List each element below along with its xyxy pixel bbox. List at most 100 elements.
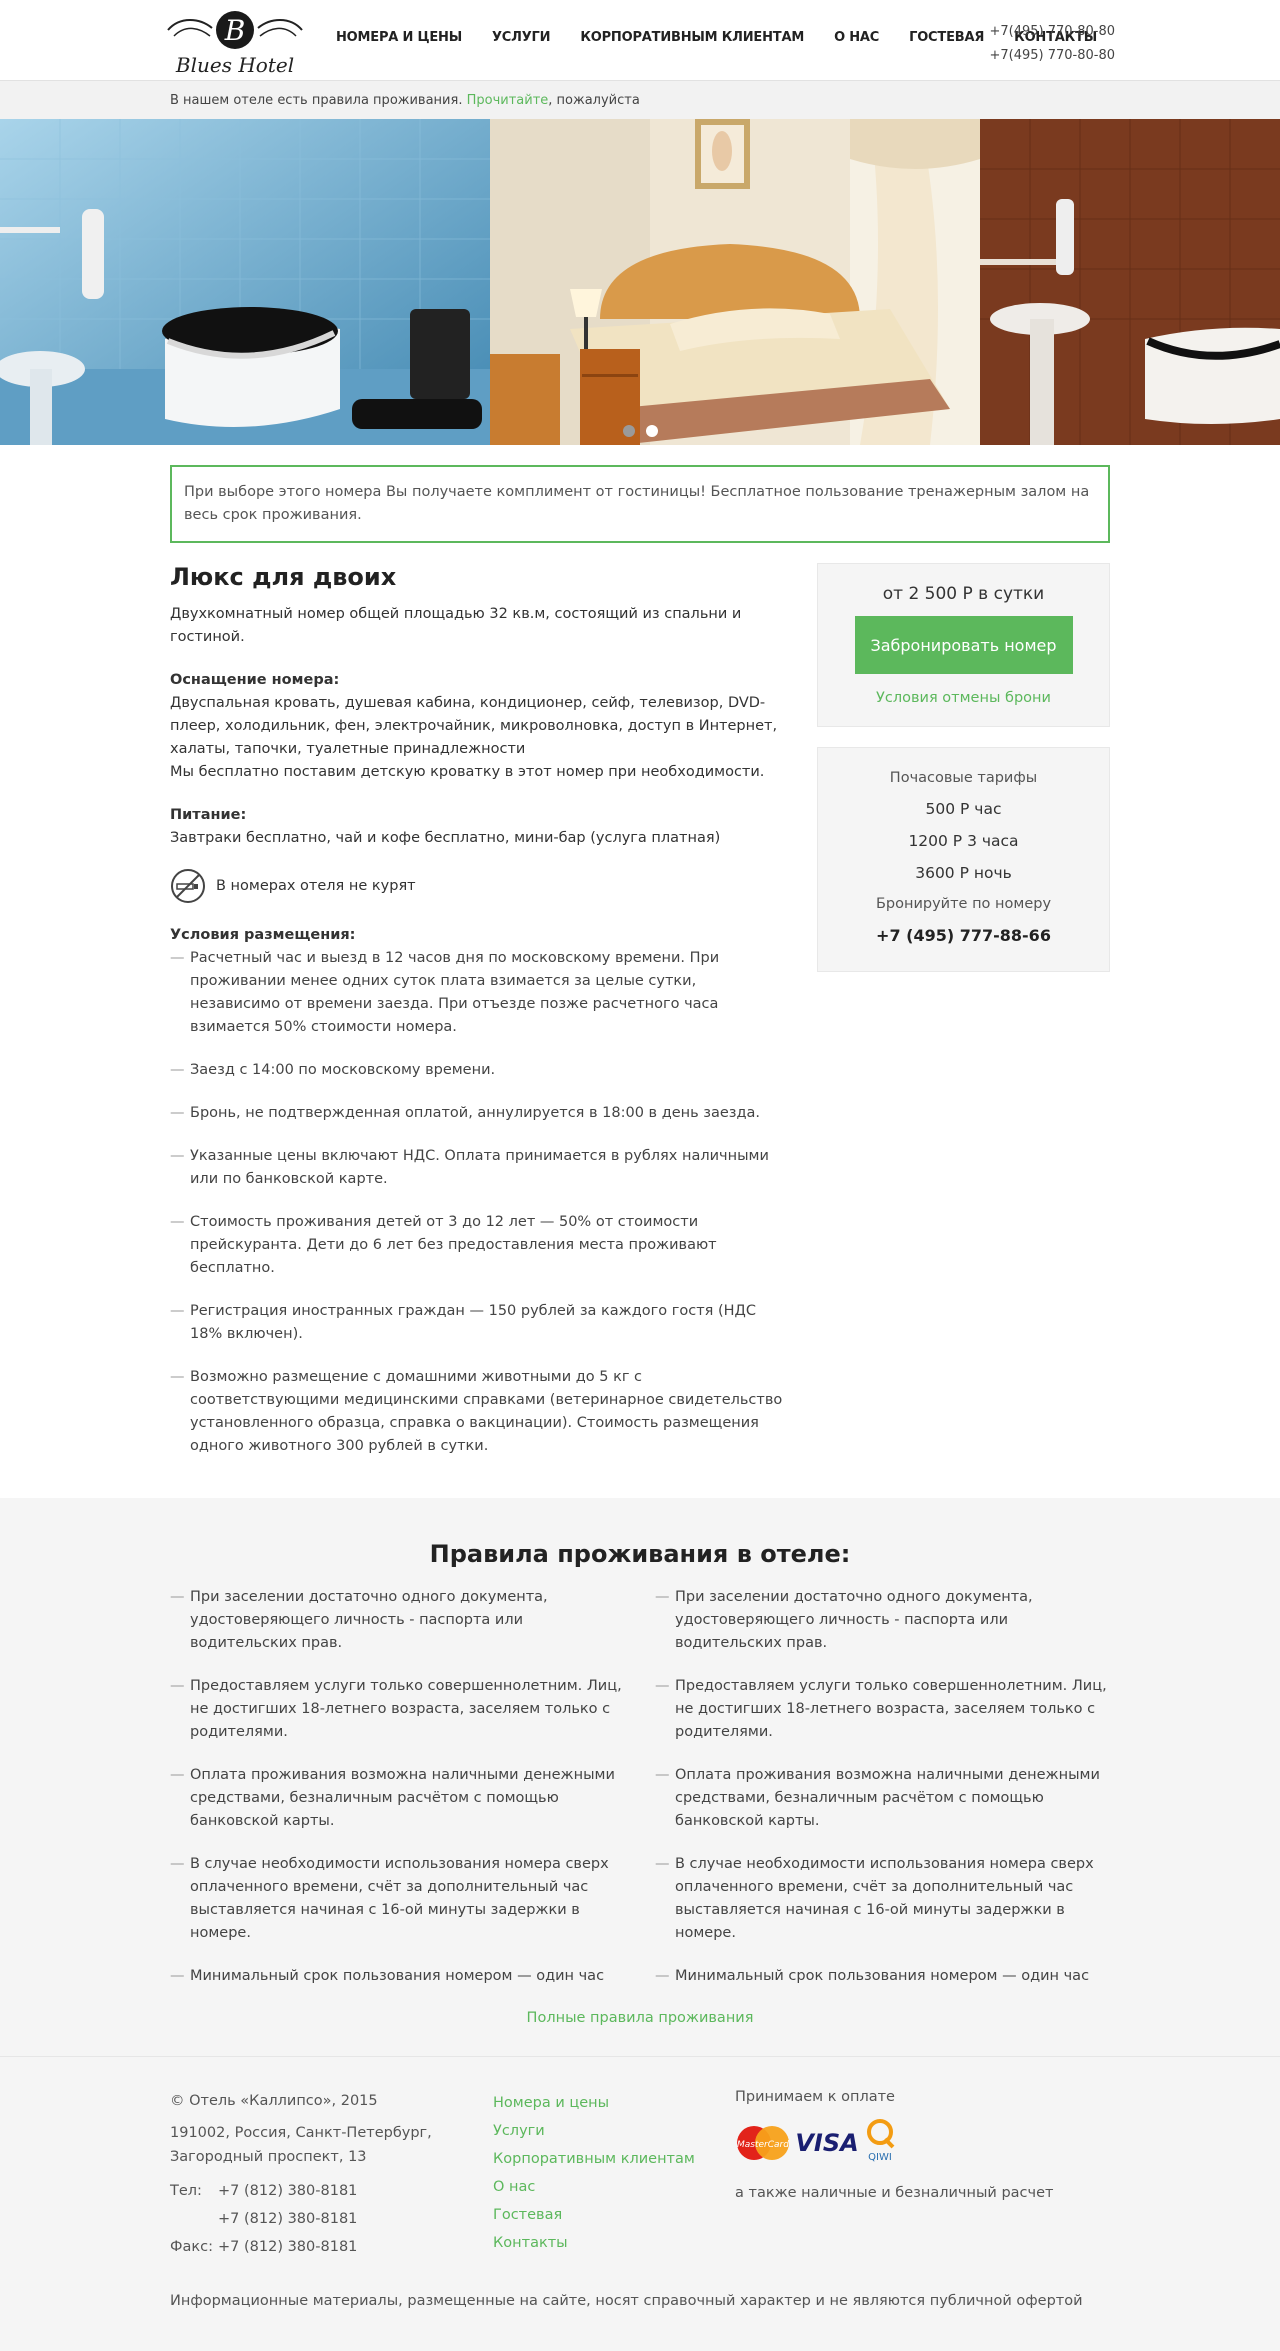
tel-1[interactable]: +7 (812) 380-8181 [218,2179,357,2203]
booking-box: от 2 500 Р в сутки Забронировать номер У… [817,563,1110,727]
footer-links: Номера и цены Услуги Корпоративным клиен… [493,2089,735,2259]
tel-label: Тел: [170,2183,202,2199]
nav-rooms-prices[interactable]: НОМЕРА И ЦЕНЫ [336,30,462,45]
bathroom-brown-photo [980,119,1280,445]
header-phone-1[interactable]: +7(495) 770-80-80 [989,20,1115,44]
hourly-rate: 3600 Р ночь [915,864,1012,882]
svg-text:QIWI: QIWI [868,2152,892,2163]
payment-title: Принимаем к оплате [735,2089,895,2105]
food-section: Питание: Завтраки бесплатно, чай и кофе … [170,804,790,850]
rule-item: Оплата проживания возможна наличными ден… [655,1764,1110,1833]
condition-item: Возможно размещение с домашними животным… [170,1366,790,1458]
svg-text:B: B [224,14,246,47]
copyright: © Отель «Каллипсо», 2015 [170,2093,378,2109]
footer-link-corporate[interactable]: Корпоративным клиентам [493,2145,735,2173]
rule-item: Минимальный срок пользования номером — о… [655,1965,1110,1988]
rules-title: Правила проживания в отеле: [429,1540,851,1568]
slider-dot-2[interactable] [646,425,658,437]
footer-columns: © Отель «Каллипсо», 2015 191002, Россия,… [170,2089,1110,2259]
equipment-title: Оснащение номера: [170,672,340,688]
tel-label-empty [170,2207,218,2231]
hourly-title: Почасовые тарифы [889,770,1038,786]
fax-label: Факс: [170,2239,213,2255]
fax-row: Факс: +7 (812) 380-8181 [170,2235,493,2259]
condition-item: Стоимость проживания детей от 3 до 12 ле… [170,1211,790,1280]
food-title: Питание: [170,807,247,823]
booking-phone[interactable]: +7 (495) 777-88-66 [838,926,1089,945]
full-rules-link[interactable]: Полные правила проживания [170,2010,1110,2026]
slide-bathroom-brown [980,119,1280,445]
nav-corporate[interactable]: КОРПОРАТИВНЫМ КЛИЕНТАМ [580,30,804,45]
tel-2[interactable]: +7 (812) 380-8181 [218,2207,357,2231]
site-footer: © Отель «Каллипсо», 2015 191002, Россия,… [0,2057,1280,2351]
nav-about[interactable]: О НАС [834,30,879,45]
equipment-text: Двуспальная кровать, душевая кабина, кон… [170,695,778,757]
rule-item: Предоставляем услуги только совершенноле… [655,1675,1110,1744]
slider-dot-1[interactable] [623,425,635,437]
logo-image: B Blues Hotel [167,11,303,77]
slider-dots [623,425,658,437]
main-nav: НОМЕРА И ЦЕНЫ УСЛУГИ КОРПОРАТИВНЫМ КЛИЕН… [336,30,1097,45]
food-text: Завтраки бесплатно, чай и кофе бесплатно… [170,830,721,846]
footer-link-about[interactable]: О нас [493,2173,735,2201]
visa-icon: VISA [797,2129,857,2157]
footer-link-rooms[interactable]: Номера и цены [493,2089,735,2117]
footer-disclaimer: Информационные материалы, размещенные на… [170,2293,1083,2309]
no-smoking-notice: В номерах отеля не курят [170,868,790,904]
hourly-rate: 1200 Р 3 часа [908,832,1019,850]
footer-link-contacts[interactable]: Контакты [493,2229,735,2257]
room-photo-slider[interactable] [0,119,1280,445]
rules-notice-bar: В нашем отеле есть правила проживания. П… [0,80,1280,119]
hotel-logo[interactable]: B Blues Hotel [160,6,310,78]
svg-text:VISA: VISA [797,2129,857,2157]
conditions-list: Расчетный час и выезд в 12 часов дня по … [170,947,790,1458]
notice-text-before: В нашем отеле есть правила проживания. [170,93,467,108]
bedroom-photo [490,119,980,445]
footer-contacts: © Отель «Каллипсо», 2015 191002, Россия,… [170,2089,493,2259]
book-room-button[interactable]: Забронировать номер [854,616,1073,674]
hourly-rates-box: Почасовые тарифы 500 Р час 1200 Р 3 часа… [817,747,1110,972]
room-lead: Двухкомнатный номер общей площадью 32 кв… [170,606,742,645]
nav-guestbook[interactable]: ГОСТЕВАЯ [909,30,984,45]
qiwi-icon: QIWI [867,2119,895,2163]
tel-row: +7 (812) 380-8181 [170,2207,493,2231]
slide-bedroom [490,119,980,445]
hourly-rate: 500 Р час [925,800,1002,818]
booking-sidebar: от 2 500 Р в сутки Забронировать номер У… [817,563,1110,1478]
slide-bathroom-blue [0,119,490,445]
nav-services[interactable]: УСЛУГИ [492,30,551,45]
rule-item: В случае необходимости использования ном… [655,1853,1110,1945]
footer-link-guestbook[interactable]: Гостевая [493,2201,735,2229]
site-header: B Blues Hotel НОМЕРА И ЦЕНЫ УСЛУГИ КОРПО… [0,0,1280,80]
condition-item: Указанные цены включают НДС. Оплата прин… [170,1145,790,1191]
rule-item: При заселении достаточно одного документ… [655,1586,1110,1655]
notice-text-after: , пожалуйста [548,93,640,108]
conditions-section: Условия размещения: Расчетный час и выез… [170,924,790,1458]
payment-logos: MasterCard VISA QIWI [735,2117,1053,2169]
room-title: Люкс для двоих [170,563,397,591]
footer-link-services[interactable]: Услуги [493,2117,735,2145]
address-line-2: Загородный проспект, 13 [170,2149,367,2165]
tel-row: Тел: +7 (812) 380-8181 [170,2179,493,2203]
room-details: Люкс для двоих Двухкомнатный номер общей… [170,563,790,1478]
rule-item: При заселении достаточно одного документ… [170,1586,625,1655]
no-smoking-text: В номерах отеля не курят [216,878,416,894]
bathroom-blue-photo [0,119,490,445]
cancel-conditions-link[interactable]: Условия отмены брони [843,690,1084,706]
book-by-phone-label: Бронируйте по номеру [875,896,1052,912]
header-phone-2[interactable]: +7(495) 770-80-80 [989,44,1115,68]
condition-item: Бронь, не подтвержденная оплатой, аннули… [170,1102,790,1125]
no-smoking-icon [171,869,205,903]
address: 191002, Россия, Санкт-Петербург, Загород… [170,2121,493,2169]
rules-columns: При заселении достаточно одного документ… [170,1586,1110,2008]
notice-read-link[interactable]: Прочитайте [467,93,549,108]
footer-payment: Принимаем к оплате MasterCard VISA QIWI [735,2089,1053,2259]
rule-item: В случае необходимости использования ном… [170,1853,625,1945]
rules-list-left: При заселении достаточно одного документ… [170,1586,625,2008]
room-content: Люкс для двоих Двухкомнатный номер общей… [170,563,1110,1498]
rules-list-right: При заселении достаточно одного документ… [655,1586,1110,2008]
mastercard-icon: MasterCard [737,2126,789,2160]
rule-item: Предоставляем услуги только совершенноле… [170,1675,625,1744]
rule-item: Минимальный срок пользования номером — о… [170,1965,625,1988]
header-phones: +7(495) 770-80-80 +7(495) 770-80-80 [989,20,1115,68]
